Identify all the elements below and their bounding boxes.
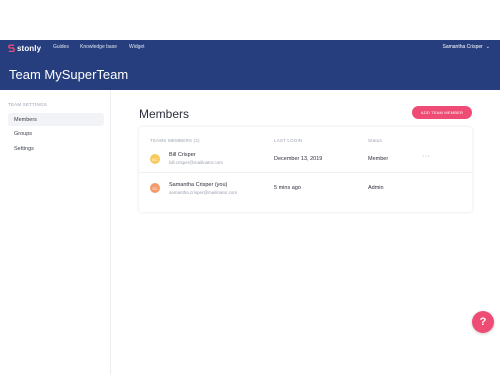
- page-title: Team MySuperTeam: [9, 67, 129, 82]
- stonly-logo[interactable]: stonly: [8, 42, 41, 54]
- nav-link-guides[interactable]: Guides: [53, 44, 69, 50]
- sidebar-item-label: Settings: [14, 145, 34, 152]
- sidebar-item-groups[interactable]: Groups: [8, 127, 104, 140]
- stonly-logo-icon: [8, 44, 15, 52]
- avatar: BC: [150, 154, 160, 164]
- nav-link-widget[interactable]: Widget: [129, 44, 145, 50]
- members-title: Members: [139, 107, 190, 121]
- nav-bar: stonly Guides Knowledge base Widget Sama…: [0, 40, 500, 56]
- more-options-icon[interactable]: ···: [422, 153, 431, 160]
- column-header-members: TEAMS MEMBERS (2): [150, 138, 200, 143]
- sidebar-item-label: Groups: [14, 130, 33, 137]
- sidebar-item-members[interactable]: Members: [8, 113, 104, 126]
- chevron-down-icon: ⌄: [485, 44, 490, 50]
- top-header: stonly Guides Knowledge base Widget Sama…: [0, 40, 500, 90]
- member-name: Bill Crisper: [169, 152, 196, 158]
- members-table: TEAMS MEMBERS (2) LAST LOGIN Status BC B…: [139, 127, 472, 212]
- member-status: Admin: [368, 185, 384, 191]
- add-team-member-button[interactable]: ADD TEAM MEMBER: [412, 106, 472, 119]
- row-divider: [139, 172, 472, 173]
- last-login: December 13, 2019: [274, 156, 323, 162]
- last-login: 5 mins ago: [274, 185, 301, 191]
- sidebar-item-label: Members: [14, 116, 37, 123]
- column-header-last-login: LAST LOGIN: [274, 138, 303, 143]
- member-name: Samantha Crisper (you): [169, 182, 228, 188]
- column-header-status: Status: [368, 138, 382, 143]
- help-button[interactable]: ?: [472, 311, 494, 333]
- user-menu[interactable]: Samantha Crisper ⌄: [443, 44, 491, 50]
- member-status[interactable]: Member: [368, 156, 388, 162]
- nav-link-knowledge-base[interactable]: Knowledge base: [80, 44, 117, 50]
- avatar: SC: [150, 183, 160, 193]
- member-email: samantha.crisper@mailinator.com: [169, 190, 238, 195]
- brand-name: stonly: [17, 43, 42, 53]
- sidebar: TEAM SETTINGS Members Groups Settings: [0, 90, 111, 375]
- sidebar-item-settings[interactable]: Settings: [8, 142, 104, 155]
- user-name: Samantha Crisper: [442, 44, 483, 50]
- member-email: bill.crisper@mailinator.com: [169, 160, 223, 165]
- sidebar-heading: TEAM SETTINGS: [8, 102, 47, 107]
